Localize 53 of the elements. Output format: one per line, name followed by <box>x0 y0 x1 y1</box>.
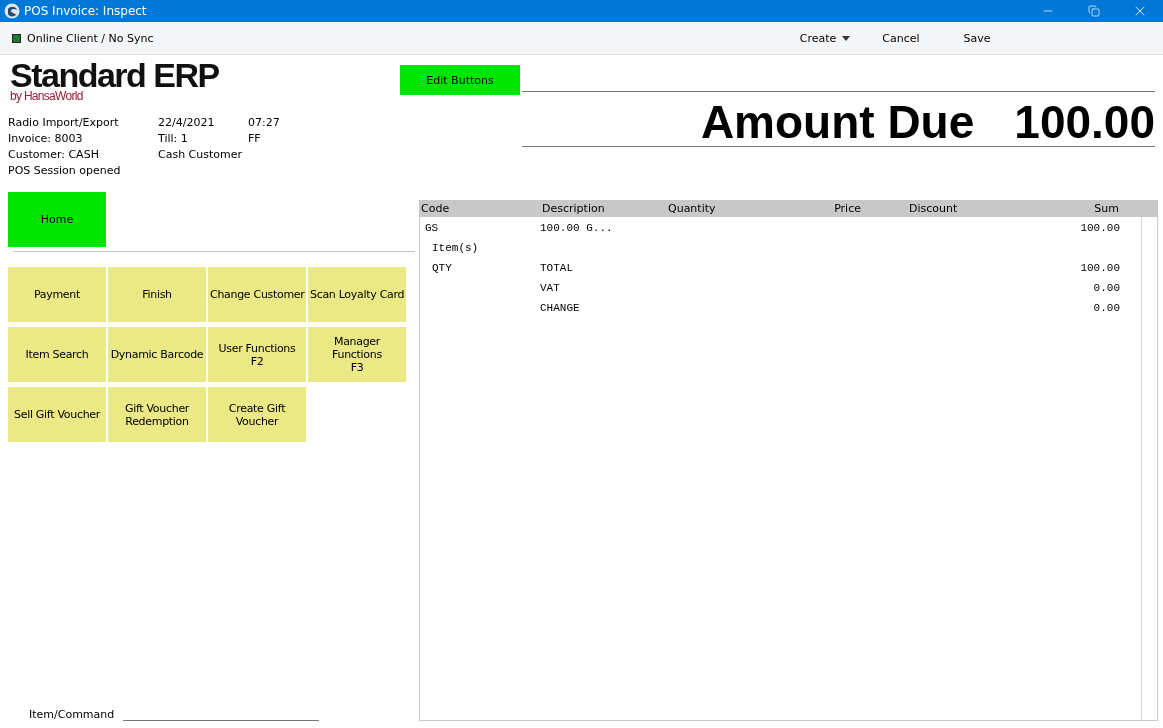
function-button[interactable]: Finish <box>108 267 206 322</box>
column-header: Quantity <box>668 201 716 217</box>
function-button[interactable]: Scan Loyalty Card <box>308 267 406 322</box>
table-cell: TOTAL <box>540 262 573 274</box>
menu-button[interactable]: Create <box>787 31 863 45</box>
function-button[interactable]: Sell Gift Voucher <box>8 387 106 442</box>
info-text: Till: 1 <box>158 131 188 147</box>
column-header: Price <box>834 201 861 217</box>
function-button[interactable]: Dynamic Barcode <box>108 327 206 382</box>
info-text: Radio Import/Export <box>8 115 119 131</box>
table-cell: 100.00 <box>1080 222 1120 234</box>
logo-wordmark: Standard ERP <box>10 60 219 90</box>
table-cell: Item(s) <box>432 242 479 254</box>
command-label: Item/Command <box>29 708 115 721</box>
table-cell: 100.00 G... <box>540 222 613 234</box>
info-text: Customer: CASH <box>8 147 99 163</box>
table-cell: QTY <box>432 262 452 274</box>
column-header: Discount <box>909 201 958 217</box>
amount-due-label: Amount Due <box>700 98 975 146</box>
logo-byline: by HansaWorld <box>10 90 83 103</box>
caret-icon <box>842 35 851 41</box>
function-button[interactable]: Create Gift Voucher <box>208 387 306 442</box>
function-button[interactable]: Gift Voucher Redemption <box>108 387 206 442</box>
amount-due-value: 100.00 <box>1014 98 1155 146</box>
function-button[interactable]: Manager Functions F3 <box>308 327 406 382</box>
edit-buttons-button[interactable]: Edit Buttons <box>400 65 520 95</box>
info-text: Cash Customer <box>158 147 243 163</box>
toolbar-button[interactable]: Save <box>939 31 1015 45</box>
function-button[interactable]: Item Search <box>8 327 106 382</box>
home-button[interactable]: Home <box>8 192 106 247</box>
restore-icon <box>1088 5 1100 17</box>
window-title: POS Invoice: Inspect <box>24 4 147 18</box>
info-text: FF <box>248 131 261 147</box>
info-text: 22/4/2021 <box>158 115 215 131</box>
toolbar-button[interactable]: Cancel <box>863 31 939 45</box>
info-text: 07:27 <box>248 115 280 131</box>
column-header: Description <box>542 201 605 217</box>
column-header: Sum <box>1094 201 1119 217</box>
table-cell: CHANGE <box>540 302 580 314</box>
function-button[interactable]: Payment <box>8 267 106 322</box>
table-cell: GS <box>425 222 439 234</box>
table-cell: VAT <box>540 282 560 294</box>
function-button[interactable]: Change Customer <box>208 267 306 322</box>
column-header: Code <box>421 201 450 217</box>
table-cell: 0.00 <box>1093 302 1120 314</box>
info-text: POS Session opened <box>8 163 121 179</box>
function-button[interactable]: User Functions F2 <box>208 327 306 382</box>
table-cell: 0.00 <box>1093 282 1120 294</box>
app-logo-icon <box>4 3 20 19</box>
info-text: Invoice: 8003 <box>8 131 83 147</box>
status-square-icon <box>12 33 21 43</box>
table-cell: 100.00 <box>1080 262 1120 274</box>
connection-status: Online Client / No Sync <box>27 31 154 45</box>
